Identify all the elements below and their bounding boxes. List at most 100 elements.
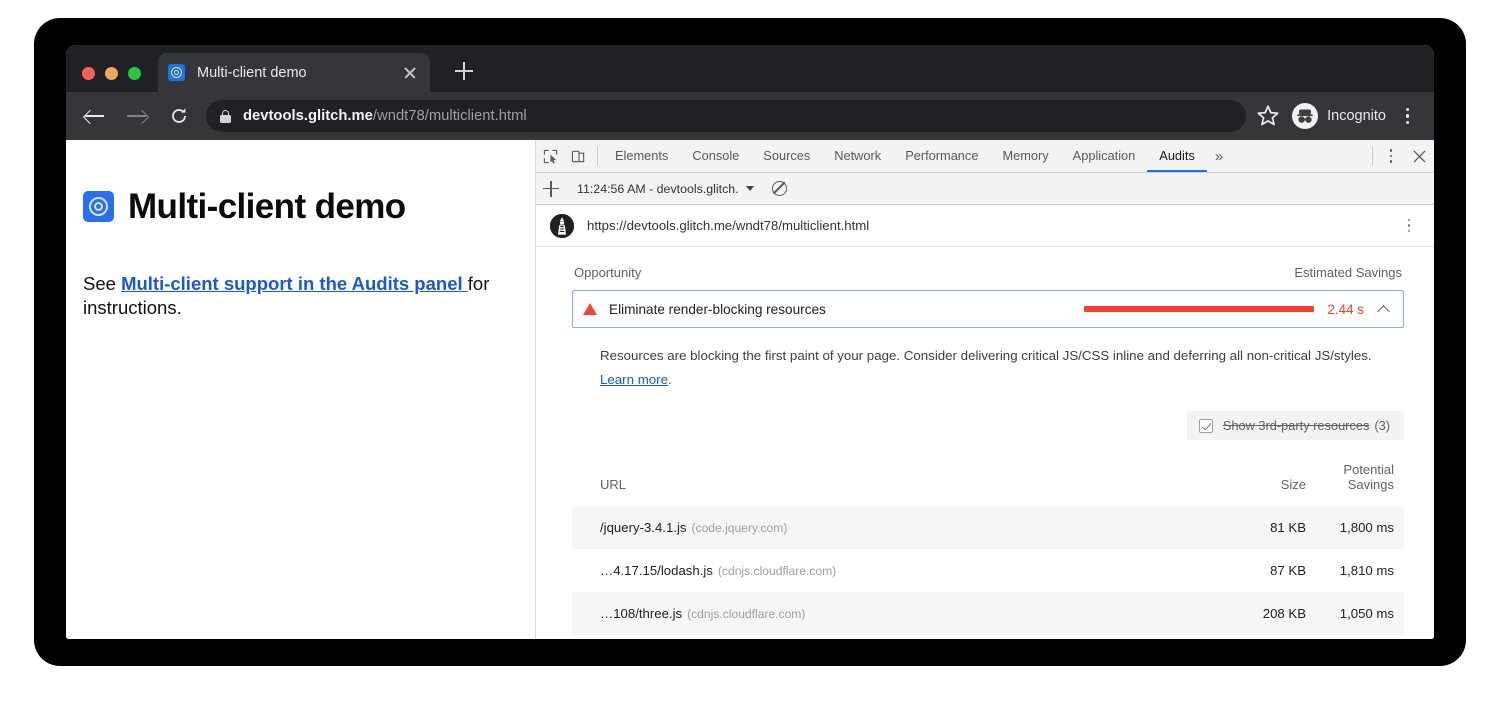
star-icon[interactable] [1254,102,1282,130]
show-third-party-toggle[interactable]: Show 3rd-party resources (3) [1187,411,1404,440]
plus-icon[interactable] [452,59,476,83]
cell-savings: 1,050 ms [1306,592,1404,635]
resource-path: …108/three.js [600,606,682,621]
audit-savings-value: 2.44 s [1328,302,1364,317]
tab-console[interactable]: Console [680,140,751,172]
resource-origin: (code.jquery.com) [692,521,788,535]
tab-label: Application [1073,148,1136,163]
chevron-down-icon [746,186,754,191]
back-arrow-icon[interactable] [80,101,110,131]
kebab-menu-icon[interactable] [1398,214,1420,238]
toolbar-divider [1372,146,1373,166]
resource-path: …4.17.15/lodash.js [600,563,713,578]
opportunity-header-row: Opportunity Estimated Savings [572,265,1404,290]
tab-label: Sources [763,148,810,163]
plus-icon[interactable] [536,174,566,204]
address-bar[interactable]: devtools.glitch.me/wndt78/multiclient.ht… [206,100,1246,132]
screenshot-root: Multi-client demo devtools.glitch.me [0,0,1500,728]
column-header-potential-savings: Potential Savings [1306,454,1404,506]
column-header-line2: Savings [1348,477,1394,492]
lighthouse-icon [550,214,574,238]
browser-toolbar: devtools.glitch.me/wndt78/multiclient.ht… [66,92,1434,140]
audits-docs-link[interactable]: Multi-client support in the Audits panel [121,273,468,294]
tab-application[interactable]: Application [1061,140,1148,172]
forward-arrow-icon[interactable] [122,101,152,131]
tab-audits[interactable]: Audits [1147,140,1207,172]
audit-run-label: 11:24:56 AM - devtools.glitch. [577,182,739,196]
show-third-party-label: Show 3rd-party resources [1223,418,1370,433]
window-maximize-button[interactable] [128,67,141,80]
clear-no-entry-icon[interactable] [772,181,787,196]
column-header-line1: Potential [1343,462,1394,477]
chevron-up-icon[interactable] [1378,303,1391,316]
table-header-row: URL Size Potential Savings [572,454,1404,506]
viewport: Multi-client demo See Multi-client suppo… [66,140,1434,639]
page-content: Multi-client demo See Multi-client suppo… [66,140,536,639]
audit-row-render-blocking[interactable]: Eliminate render-blocking resources 2.44… [572,290,1404,328]
tab-label: Memory [1002,148,1048,163]
audit-description-suffix: . [668,372,672,387]
table-row[interactable]: …108/three.js(cdnjs.cloudflare.com) 208 … [572,592,1404,635]
table-row[interactable]: /jquery-3.4.1.js(code.jquery.com) 81 KB … [572,506,1404,549]
tab-elements[interactable]: Elements [603,140,680,172]
url-path: /wndt78/multiclient.html [373,108,527,124]
column-header-size: Size [1216,454,1306,506]
url-host: devtools.glitch.me [243,108,373,124]
tab-label: Performance [905,148,978,163]
lighthouse-report: https://devtools.glitch.me/wndt78/multic… [536,205,1434,639]
paragraph-text-before: See [83,273,121,294]
close-icon[interactable] [1404,140,1434,172]
tab-memory[interactable]: Memory [990,140,1060,172]
tab-label: Network [834,148,881,163]
inspect-element-icon[interactable] [536,140,564,172]
warning-triangle-icon [583,303,597,315]
toolbar-spacer [1231,140,1367,172]
chrome-spiral-icon [83,191,114,222]
tab-sources[interactable]: Sources [751,140,822,172]
tab-label: Elements [615,148,668,163]
cell-savings: 1,800 ms [1306,506,1404,549]
window-minimize-button[interactable] [105,67,118,80]
checkmark-icon[interactable] [1199,419,1213,433]
resource-path: /jquery-3.4.1.js [600,520,687,535]
tab-network[interactable]: Network [822,140,893,172]
page-title-row: Multi-client demo [83,166,511,248]
estimated-savings-column-header: Estimated Savings [1294,265,1402,280]
cell-url: …4.17.15/lodash.js (cdnjs.cloudflare.com) [572,549,1216,592]
window-close-button[interactable] [82,67,95,80]
close-icon[interactable] [400,63,420,83]
audit-run-select[interactable]: 11:24:56 AM - devtools.glitch. [577,182,754,196]
opportunity-column-header: Opportunity [574,265,641,280]
address-bar-url: devtools.glitch.me/wndt78/multiclient.ht… [243,108,527,124]
blocking-resources-table: URL Size Potential Savings [572,454,1404,635]
kebab-menu-icon[interactable] [1378,140,1404,172]
report-url: https://devtools.glitch.me/wndt78/multic… [587,218,1398,233]
browser-tab[interactable]: Multi-client demo [158,53,430,92]
lock-icon [220,110,231,123]
chevron-double-right-icon[interactable]: » [1207,140,1231,172]
table-head: URL Size Potential Savings [572,454,1404,506]
profile-incognito-button[interactable]: Incognito [1292,103,1386,129]
resource-origin: (cdnjs.cloudflare.com) [687,607,805,621]
table-row[interactable]: …4.17.15/lodash.js (cdnjs.cloudflare.com)… [572,549,1404,592]
chrome-spiral-icon [168,64,185,81]
learn-more-link[interactable]: Learn more [600,372,668,387]
third-party-toggle-wrap: Show 3rd-party resources (3) [572,411,1404,440]
cell-url: /jquery-3.4.1.js (code.jquery.com) [572,506,1216,549]
browser-tab-strip: Multi-client demo [66,45,1434,92]
device-toolbar-icon[interactable] [564,140,592,172]
tab-label: Console [692,148,739,163]
audit-savings-bar [1084,306,1314,312]
toolbar-divider [597,146,598,166]
reload-icon[interactable] [164,101,194,131]
tab-performance[interactable]: Performance [893,140,990,172]
third-party-count: (3) [1374,418,1390,433]
cell-url: …108/three.js (cdnjs.cloudflare.com) [572,592,1216,635]
browser-tab-title: Multi-client demo [197,65,400,81]
table-body: /jquery-3.4.1.js(code.jquery.com) 81 KB … [572,506,1404,635]
devtools-panel: Elements Console Sources Network Perform… [536,140,1434,639]
resource-origin: (cdnjs.cloudflare.com) [718,564,836,578]
browser-window: Multi-client demo devtools.glitch.me [66,45,1434,639]
report-body: Opportunity Estimated Savings Eliminate … [536,247,1434,639]
kebab-menu-icon[interactable] [1394,103,1420,129]
